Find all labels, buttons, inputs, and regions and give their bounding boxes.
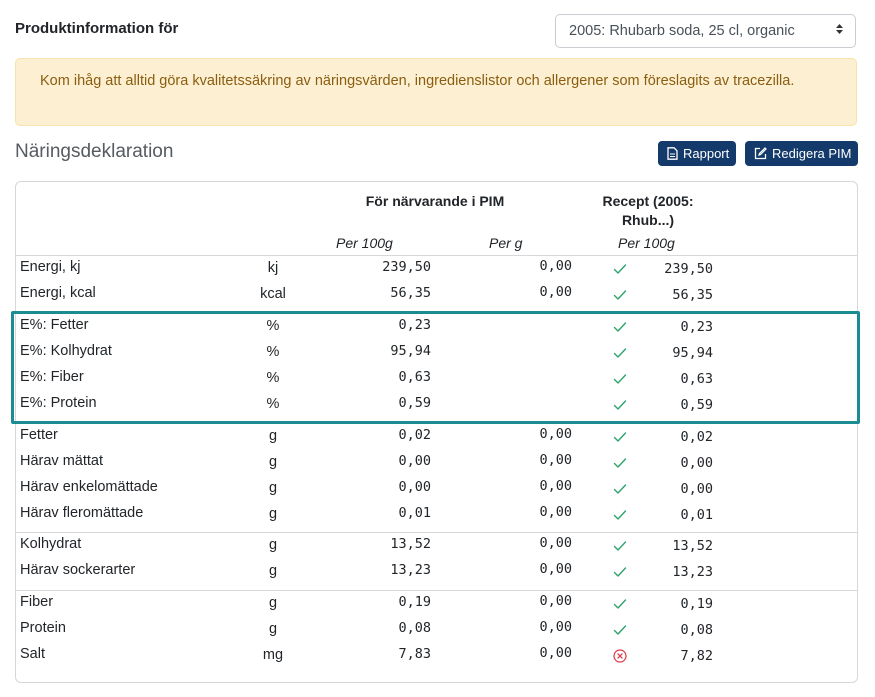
row-unit: g <box>268 537 278 553</box>
row-pim-perg: 0,00 <box>539 478 572 494</box>
row-recipe-per100g: 0,01 <box>680 507 713 523</box>
table-row: Energi, kj kj 239,50 0,00 239,50 <box>15 256 858 282</box>
row-pim-per100g: 0,00 <box>398 479 431 495</box>
alert-text: Kom ihåg att alltid göra kvalitetssäkrin… <box>40 73 795 89</box>
row-unit: g <box>268 621 278 637</box>
row-unit: mg <box>262 647 284 663</box>
x-circle-icon <box>613 649 627 663</box>
row-pim-perg: 0,00 <box>539 258 572 274</box>
row-pim-perg: 0,00 <box>539 284 572 300</box>
table-row: Fiber g 0,19 0,00 0,19 <box>15 591 858 617</box>
table-row: Protein g 0,08 0,00 0,08 <box>15 617 858 643</box>
row-name: Fiber <box>20 594 54 610</box>
table-row: Härav mättat g 0,00 0,00 0,00 <box>15 450 858 476</box>
row-pim-per100g: 7,83 <box>398 646 431 662</box>
check-icon <box>613 508 627 522</box>
row-name: Härav enkelomättade <box>20 479 158 495</box>
check-icon <box>613 482 627 496</box>
table-row: Härav enkelomättade g 0,00 0,00 0,00 <box>15 476 858 502</box>
row-pim-per100g: 0,02 <box>398 427 431 443</box>
row-name: Energi, kcal <box>20 285 96 301</box>
row-unit: g <box>268 428 278 444</box>
row-name: Salt <box>20 646 45 662</box>
check-icon <box>613 565 627 579</box>
row-pim-perg: 0,00 <box>539 645 572 661</box>
table-row: Salt mg 7,83 0,00 7,82 <box>15 643 858 669</box>
row-pim-perg: 0,00 <box>539 593 572 609</box>
row-unit: g <box>268 563 278 579</box>
row-pim-per100g: 0,01 <box>398 505 431 521</box>
row-recipe-per100g: 0,00 <box>680 481 713 497</box>
row-pim-per100g: 56,35 <box>390 285 431 301</box>
header-title: Produktinformation för <box>15 20 179 37</box>
row-recipe-per100g: 0,00 <box>680 455 713 471</box>
check-icon <box>613 288 627 302</box>
row-name: Fetter <box>20 427 58 443</box>
check-icon <box>613 623 627 637</box>
row-unit: g <box>268 506 278 522</box>
row-unit: g <box>268 480 278 496</box>
row-name: Härav mättat <box>20 453 103 469</box>
row-unit: kcal <box>260 286 286 302</box>
row-pim-per100g: 13,52 <box>390 536 431 552</box>
edit-pim-button-label: Redigera PIM <box>772 146 852 161</box>
edit-pim-button[interactable]: Redigera PIM <box>745 141 859 168</box>
row-pim-perg: 0,00 <box>539 426 572 442</box>
check-icon <box>613 539 627 553</box>
row-recipe-per100g: 7,82 <box>680 648 713 664</box>
report-button-label: Rapport <box>683 146 730 161</box>
header-recipe: Recept (2005: Rhub...) <box>602 193 694 228</box>
subheader-per100g: Per 100g <box>336 235 393 251</box>
warning-alert: Kom ihåg att alltid göra kvalitetssäkrin… <box>15 58 857 126</box>
product-select[interactable]: 2005: Rhubarb soda, 25 cl, organic <box>555 14 856 48</box>
row-recipe-per100g: 0,02 <box>680 429 713 445</box>
check-icon <box>613 597 627 611</box>
row-pim-perg: 0,00 <box>539 619 572 635</box>
row-pim-per100g: 13,23 <box>390 562 431 578</box>
row-pim-perg: 0,00 <box>539 452 572 468</box>
highlight-energy-percent-group <box>11 311 860 424</box>
file-icon <box>667 143 678 168</box>
row-unit: g <box>268 595 278 611</box>
row-unit: kj <box>267 260 279 276</box>
select-chevron-icon <box>835 15 844 47</box>
row-recipe-per100g: 13,52 <box>672 538 713 554</box>
row-name: Kolhydrat <box>20 536 82 552</box>
check-icon <box>613 456 627 470</box>
row-name: Energi, kj <box>20 259 81 275</box>
row-pim-perg: 0,00 <box>539 504 572 520</box>
row-pim-perg: 0,00 <box>539 561 572 577</box>
row-pim-perg: 0,00 <box>539 535 572 551</box>
product-select-value: 2005: Rhubarb soda, 25 cl, organic <box>569 23 795 39</box>
section-title: Näringsdeklaration <box>15 141 174 162</box>
table-row: Härav fleromättade g 0,01 0,00 0,01 <box>15 502 858 528</box>
row-pim-per100g: 0,08 <box>398 620 431 636</box>
subheader-perg: Per g <box>489 235 523 251</box>
row-unit: g <box>268 454 278 470</box>
row-recipe-per100g: 239,50 <box>664 261 713 277</box>
row-name: Härav fleromättade <box>20 505 144 521</box>
row-pim-per100g: 0,00 <box>398 453 431 469</box>
row-name: Härav sockerarter <box>20 562 136 578</box>
check-icon <box>613 262 627 276</box>
row-recipe-per100g: 0,08 <box>680 622 713 638</box>
report-button[interactable]: Rapport <box>658 141 737 168</box>
row-recipe-per100g: 0,19 <box>680 596 713 612</box>
check-icon <box>613 430 627 444</box>
table-row: Fetter g 0,02 0,00 0,02 <box>15 424 858 450</box>
table-row: Kolhydrat g 13,52 0,00 13,52 <box>15 533 858 559</box>
row-pim-per100g: 0,19 <box>398 594 431 610</box>
subheader-recipe-per100g: Per 100g <box>618 235 675 251</box>
table-row: Härav sockerarter g 13,23 0,00 13,23 <box>15 559 858 585</box>
header-pim: För närvarande i PIM <box>365 193 505 209</box>
row-recipe-per100g: 13,23 <box>672 564 713 580</box>
row-name: Protein <box>20 620 66 636</box>
row-pim-per100g: 239,50 <box>382 259 431 275</box>
edit-icon <box>754 143 767 168</box>
table-row: Energi, kcal kcal 56,35 0,00 56,35 <box>15 282 858 308</box>
row-recipe-per100g: 56,35 <box>672 287 713 303</box>
